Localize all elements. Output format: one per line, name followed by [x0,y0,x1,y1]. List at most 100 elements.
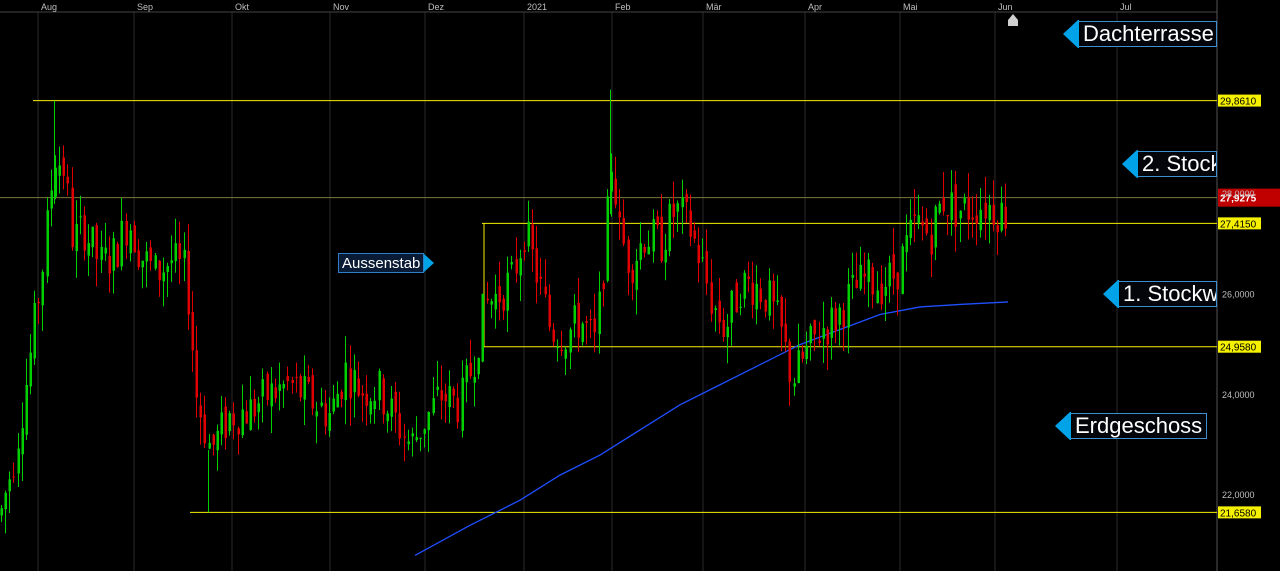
x-tick-label: 2021 [527,2,547,12]
candle-body [423,429,426,434]
candle-body [635,260,638,290]
candle-body [764,300,767,312]
candle-body [66,176,69,184]
x-tick-label: Mai [903,2,918,12]
candle-body [577,302,580,338]
candle-body [332,398,335,412]
candle-body [710,282,713,314]
candle-body [33,303,36,359]
candle-body [282,384,285,389]
candle-body [996,225,999,233]
candle-body [373,400,376,410]
candle-body [515,259,518,274]
candle-body [693,230,696,239]
candle-body [357,378,360,396]
candle-body [826,329,829,345]
candle-body [237,428,240,435]
candle-body [822,328,825,339]
arrow-right-icon [424,254,435,272]
candle-body [498,286,501,303]
annotation-dachterrasse[interactable]: Dachterrasse [1063,20,1217,48]
candle-body [481,293,484,362]
candle-body [851,275,854,278]
candle-body [967,197,970,220]
y-tick-label: 24,0000 [1222,390,1255,400]
candle-body [465,365,468,383]
candle-body [407,441,410,445]
candle-body [390,398,393,417]
level-label: 27,4150 [1220,219,1257,230]
candle-body [681,197,684,208]
candle-body [656,216,659,226]
candle-body [535,248,538,283]
candle-body [714,308,717,311]
candle-body [618,211,621,218]
candle-body [278,384,281,391]
x-tick-label: Okt [235,2,250,12]
y-tick-label: 28,0000 [1222,189,1255,199]
candle-body [747,276,750,279]
candle-body [506,272,509,311]
candle-body [871,267,874,295]
candle-body [415,437,418,441]
candle-body [12,476,15,478]
candle-body [776,300,779,302]
candle-body [174,243,177,262]
candle-body [739,306,742,308]
candle-body [564,349,567,359]
candle-body [403,436,406,438]
candle-body [1000,202,1003,231]
candle-body [344,362,347,401]
candle-body [162,272,165,282]
candle-body [627,239,630,273]
candle-body [631,269,634,284]
candle-body [249,399,252,430]
grid [0,0,1218,571]
candle-body [913,214,916,216]
annotation-label: Aussenstab [338,253,425,273]
candle-body [216,430,219,451]
candle-body [818,340,821,343]
candle-body [1004,206,1007,229]
x-tick-label: Nov [333,2,350,12]
candle-body [560,349,563,352]
x-tick-label: Aug [41,2,57,12]
candle-body [938,203,941,213]
candle-body [892,254,895,279]
candle-body [469,362,472,377]
annotation-aussenstab[interactable]: Aussenstab [338,252,435,274]
candle-body [954,184,957,227]
candle-body [573,305,576,324]
candle-body [133,225,136,253]
candle-body [141,260,144,268]
candle-body [486,298,489,301]
candle-body [456,397,459,423]
candlesticks [0,89,1007,534]
candle-body [50,190,53,209]
x-tick-label: Sep [137,2,153,12]
annotation-1-stockwerk[interactable]: 1. Stockwerk [1103,280,1217,308]
candle-body [730,290,733,323]
annotation-erdgeschoss[interactable]: Erdgeschoss [1055,412,1213,440]
candle-body [448,386,451,408]
candle-body [494,293,497,310]
annotation-label: 1. Stockwerk [1119,281,1217,307]
candle-body [589,319,592,321]
x-tick-label: Jul [1120,2,1132,12]
candle-body [876,290,879,303]
annotation-label: Erdgeschoss [1071,413,1208,439]
candle-body [349,368,352,399]
candle-body [25,385,28,435]
candle-body [295,377,298,379]
price-chart: 29,861027,415024,958021,658027,9275 Aug S… [0,0,1280,571]
arrow-left-icon [1122,150,1138,178]
candle-body [58,165,61,176]
annotation-2-stockwerk[interactable]: 2. Stockwerk [1122,150,1217,178]
candle-body [378,370,381,401]
candle-body [328,413,331,431]
candle-body [137,250,140,267]
candle-body [311,375,314,409]
candle-body [880,283,883,305]
scroll-marker-icon[interactable] [1008,14,1018,26]
candle-body [195,350,198,398]
